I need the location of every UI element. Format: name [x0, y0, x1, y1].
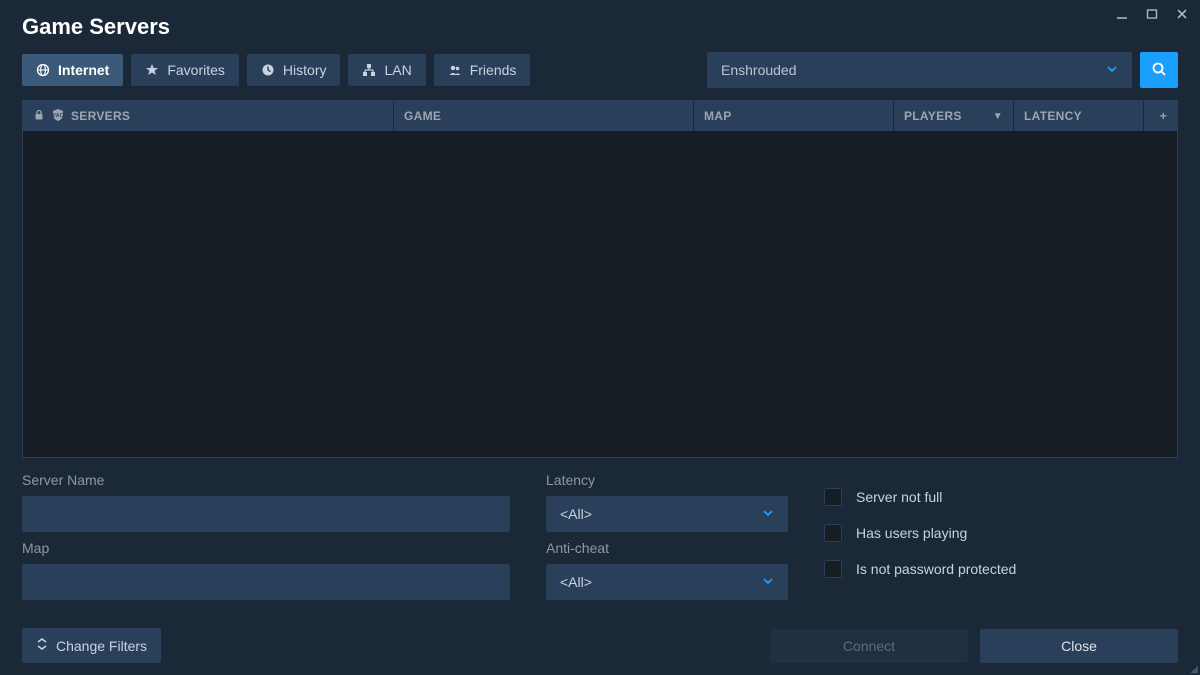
globe-icon	[36, 63, 50, 77]
server-list-body	[23, 131, 1177, 457]
filter-check-nopassword[interactable]: Is not password protected	[824, 560, 1178, 578]
svg-text:VAC: VAC	[52, 112, 63, 118]
column-servers-label: SERVERS	[71, 109, 130, 123]
vac-shield-icon: VAC	[51, 108, 65, 125]
filter-notfull-label: Server not full	[856, 489, 942, 505]
filter-servername-label: Server Name	[22, 472, 510, 488]
filter-map-label: Map	[22, 540, 510, 556]
game-filter-value: Enshrouded	[721, 62, 797, 78]
column-header-game[interactable]: GAME	[393, 101, 693, 131]
tab-friends[interactable]: Friends	[434, 54, 531, 86]
page-title: Game Servers	[22, 14, 1178, 40]
clock-icon	[261, 63, 275, 77]
column-map-label: MAP	[704, 109, 732, 123]
filter-latency-label: Latency	[546, 472, 788, 488]
filter-latency-value: <All>	[560, 506, 592, 522]
game-filter-dropdown[interactable]: Enshrouded	[707, 52, 1132, 88]
tab-lan-label: LAN	[384, 62, 411, 78]
connect-button: Connect	[770, 629, 968, 663]
column-header-map[interactable]: MAP	[693, 101, 893, 131]
filter-hasusers-label: Has users playing	[856, 525, 967, 541]
chevron-down-icon	[762, 575, 774, 590]
filter-anticheat-dropdown[interactable]: <All>	[546, 564, 788, 600]
minimize-button[interactable]	[1114, 6, 1130, 22]
change-filters-button[interactable]: Change Filters	[22, 628, 161, 663]
change-filters-label: Change Filters	[56, 638, 147, 654]
column-players-label: PLAYERS	[904, 109, 962, 123]
chevron-down-icon	[1106, 63, 1118, 78]
tab-favorites[interactable]: Favorites	[131, 54, 239, 86]
tab-lan[interactable]: LAN	[348, 54, 425, 86]
connect-label: Connect	[843, 638, 895, 654]
close-window-button[interactable]	[1174, 6, 1190, 22]
maximize-button[interactable]	[1144, 6, 1160, 22]
checkbox-icon	[824, 560, 842, 578]
column-header-latency[interactable]: LATENCY	[1013, 101, 1143, 131]
server-list-panel: VAC SERVERS GAME MAP PLAYERS ▼ LATENCY +	[22, 100, 1178, 458]
filter-check-notfull[interactable]: Server not full	[824, 488, 1178, 506]
tab-internet[interactable]: Internet	[22, 54, 123, 86]
filter-servername-input[interactable]	[22, 496, 510, 532]
filter-map-input[interactable]	[22, 564, 510, 600]
sort-desc-icon: ▼	[993, 111, 1003, 122]
checkbox-icon	[824, 488, 842, 506]
filter-latency-dropdown[interactable]: <All>	[546, 496, 788, 532]
checkbox-icon	[824, 524, 842, 542]
column-header-players[interactable]: PLAYERS ▼	[893, 101, 1013, 131]
filter-anticheat-label: Anti-cheat	[546, 540, 788, 556]
tab-history-label: History	[283, 62, 327, 78]
tab-favorites-label: Favorites	[167, 62, 225, 78]
close-label: Close	[1061, 638, 1097, 654]
column-latency-label: LATENCY	[1024, 109, 1082, 123]
column-header-servers[interactable]: VAC SERVERS	[23, 101, 393, 131]
resize-grip-icon[interactable]: ◢	[1190, 667, 1198, 673]
lan-icon	[362, 63, 376, 77]
tab-friends-label: Friends	[470, 62, 517, 78]
friends-icon	[448, 63, 462, 77]
lock-icon	[33, 109, 45, 124]
tab-history[interactable]: History	[247, 54, 341, 86]
filter-anticheat-value: <All>	[560, 574, 592, 590]
search-icon	[1151, 61, 1167, 80]
column-header-add[interactable]: +	[1143, 101, 1177, 131]
tab-internet-label: Internet	[58, 62, 109, 78]
filter-check-hasusers[interactable]: Has users playing	[824, 524, 1178, 542]
search-button[interactable]	[1140, 52, 1178, 88]
collapse-icon	[36, 637, 48, 654]
close-button[interactable]: Close	[980, 629, 1178, 663]
star-icon	[145, 63, 159, 77]
column-game-label: GAME	[404, 109, 441, 123]
chevron-down-icon	[762, 507, 774, 522]
plus-icon-label: +	[1160, 109, 1167, 123]
filter-nopassword-label: Is not password protected	[856, 561, 1016, 577]
